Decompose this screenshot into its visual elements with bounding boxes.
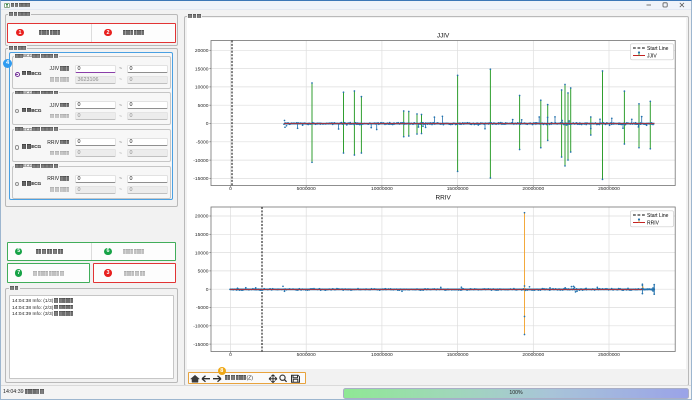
svg-text:-5000: -5000 bbox=[196, 305, 209, 311]
svg-text:-10000: -10000 bbox=[193, 158, 209, 164]
svg-text:15000: 15000 bbox=[195, 66, 209, 72]
svg-text:-5000: -5000 bbox=[196, 140, 209, 146]
svg-text:Start Line: Start Line bbox=[647, 213, 669, 219]
svg-text:15000: 15000 bbox=[195, 232, 209, 238]
svg-text:-10000: -10000 bbox=[193, 324, 209, 330]
svg-text:RRIV: RRIV bbox=[647, 221, 660, 227]
svg-text:-15000: -15000 bbox=[193, 342, 209, 348]
svg-text:5000: 5000 bbox=[198, 103, 209, 109]
svg-text:-15000: -15000 bbox=[193, 176, 209, 182]
svg-text:0: 0 bbox=[206, 287, 209, 293]
svg-text:20000: 20000 bbox=[195, 48, 209, 54]
svg-text:Start Line: Start Line bbox=[647, 46, 669, 52]
svg-text:5000: 5000 bbox=[198, 269, 209, 275]
svg-text:0: 0 bbox=[206, 121, 209, 127]
svg-text:JJIV: JJIV bbox=[647, 54, 657, 60]
svg-text:10000: 10000 bbox=[195, 250, 209, 256]
svg-text:10000: 10000 bbox=[195, 85, 209, 91]
svg-text:JJIV: JJIV bbox=[437, 33, 450, 40]
svg-text:20000: 20000 bbox=[195, 214, 209, 220]
svg-text:RRIV: RRIV bbox=[435, 195, 451, 202]
